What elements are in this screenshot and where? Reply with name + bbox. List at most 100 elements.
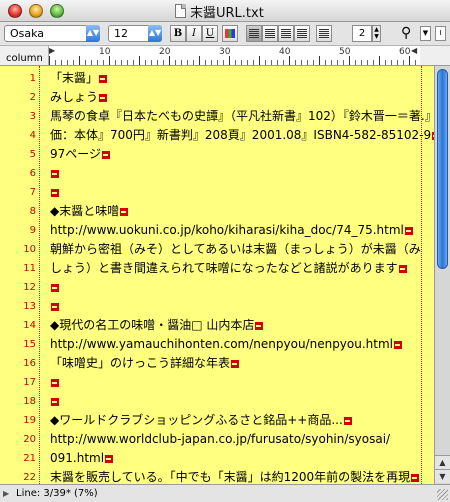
align-right-icon — [281, 29, 291, 38]
text-line[interactable]: 5 97ページ — [0, 145, 434, 164]
align-left-icon — [249, 29, 259, 38]
status-bar: ▶ Line: 3/39* (7%) — [0, 484, 450, 502]
text-line[interactable]: 22 末醤を販売している。「中でも「末醤」は約1200年前の製法を再現 — [0, 468, 434, 484]
line-content: 馬琴の食卓『日本たべもの史譚』（平凡社新書』102）『鈴木晋一＝著.』定 — [50, 109, 434, 123]
line-content: 「味噌史」のけっこう詳細な年表 — [50, 356, 231, 370]
line-number: 22 — [23, 472, 36, 483]
return-marker-icon — [231, 360, 240, 368]
line-spacing-field[interactable]: 2 — [352, 25, 372, 42]
line-number: 3 — [29, 111, 36, 122]
align-right-button[interactable] — [278, 25, 294, 42]
line-content: みしょう — [50, 90, 99, 104]
zoom-button[interactable] — [50, 4, 64, 18]
line-spacing-stepper[interactable]: ▲ ▼ — [372, 25, 381, 42]
line-number: 6 — [29, 168, 36, 179]
text-line[interactable]: 9 http://www.uokuni.co.jp/koho/kiharasi/k… — [0, 221, 434, 240]
format-toolbar: Osaka ▲▼ 12 ▲▼ B I U 2 ▲ ▼ ⚲ ▼ I — [0, 22, 450, 46]
popup-arrows-icon: ▲▼ — [148, 25, 162, 42]
line-content: 「末醤」 — [50, 71, 99, 85]
italic-button[interactable]: I — [186, 25, 202, 42]
text-line[interactable]: 8 ◆末醤と味噌 — [0, 202, 434, 221]
scroll-up-arrow[interactable]: ▲ — [435, 455, 450, 469]
text-line[interactable]: 3 馬琴の食卓『日本たべもの史譚』（平凡社新書』102）『鈴木晋一＝著.』定 — [0, 107, 434, 126]
line-content: 末醤を販売している。「中でも「末醤」は約1200年前の製法を再現 — [50, 470, 411, 484]
bold-label: B — [173, 28, 183, 39]
line-number: 11 — [23, 263, 36, 274]
line-text: ◆末醤と味噌 — [50, 202, 129, 221]
line-content: http://www.worldclub-japan.co.jp/furusat… — [50, 432, 391, 446]
more-options-button[interactable]: ▼ — [420, 26, 431, 41]
return-marker-icon — [394, 341, 403, 349]
return-marker-icon — [120, 208, 129, 216]
line-text: 馬琴の食卓『日本たべもの史譚』（平凡社新書』102）『鈴木晋一＝著.』定 — [50, 107, 434, 126]
window-title-text: 末醤URL.txt — [190, 5, 264, 21]
line-spacing-value: 2 — [358, 28, 366, 39]
eyedropper-icon[interactable]: ⚲ — [401, 25, 417, 42]
text-line[interactable]: 14 ◆現代の名工の味噌・醤油□ 山内本店 — [0, 316, 434, 335]
return-marker-icon — [51, 398, 59, 406]
line-number: 14 — [23, 320, 36, 331]
text-line[interactable]: 2 みしょう — [0, 88, 434, 107]
text-line[interactable]: 19 ◆ワールドクラブショッピングふるさと銘品++商品... — [0, 411, 434, 430]
text-line[interactable]: 7 — [0, 183, 434, 202]
scroll-thumb[interactable] — [437, 69, 448, 269]
line-spacing-button[interactable] — [316, 25, 332, 42]
return-marker-icon — [51, 170, 59, 178]
text-line[interactable]: 6 — [0, 164, 434, 183]
return-marker-icon — [99, 94, 108, 102]
line-text: 朝鮮から密祖（みそ）としてあるいは末醤（まっしょう）が未醤（み — [50, 240, 421, 259]
font-name-popup[interactable]: Osaka ▲▼ — [4, 25, 100, 42]
text-line[interactable]: 11 しょう）と書き間違えられて味噌になったなどと諸説があります — [0, 259, 434, 278]
cursor-icon[interactable]: I — [435, 26, 446, 41]
status-menu-icon[interactable]: ▶ — [3, 489, 9, 498]
scroll-down-arrow[interactable]: ▼ — [435, 469, 450, 483]
text-line[interactable]: 21 091.html — [0, 449, 434, 468]
ruler-scale[interactable]: ▶ 10 20 30 40 50 60 ◀ — [48, 46, 420, 65]
text-line[interactable]: 15 http://www.yamauchihonten.com/nenpyou/… — [0, 335, 434, 354]
text-line[interactable]: 18 — [0, 392, 434, 411]
return-marker-icon — [51, 284, 59, 292]
text-line[interactable]: 16 「味噌史」のけっこう詳細な年表 — [0, 354, 434, 373]
line-content: しょう）と書き間違えられて味噌になったなどと諸説があります — [50, 261, 398, 275]
justify-icon — [297, 29, 307, 38]
return-marker-icon — [255, 322, 264, 330]
color-swatch-icon — [225, 29, 235, 38]
line-text: http://www.yamauchihonten.com/nenpyou/ne… — [50, 335, 403, 354]
vertical-scrollbar[interactable]: ▲ ▼ — [434, 66, 450, 484]
align-center-button[interactable] — [262, 25, 278, 42]
line-number: 15 — [23, 339, 36, 350]
align-left-button[interactable] — [246, 25, 262, 42]
text-line[interactable]: 17 — [0, 373, 434, 392]
text-line[interactable]: 13 — [0, 297, 434, 316]
text-line[interactable]: 1 「末醤」 — [0, 69, 434, 88]
return-marker-icon — [398, 265, 407, 273]
line-content: 朝鮮から密祖（みそ）としてあるいは末醤（まっしょう）が未醤（み — [50, 242, 421, 256]
text-line[interactable]: 20 http://www.worldclub-japan.co.jp/furus… — [0, 430, 434, 449]
text-editor[interactable]: 1 「末醤」 2 みしょう 3 馬琴の食卓『日本たべもの史譚』（平凡社新書』102）『鈴木… — [0, 66, 434, 484]
line-number: 12 — [23, 282, 36, 293]
title-bar[interactable]: 末醤URL.txt — [0, 0, 450, 22]
line-number: 13 — [23, 301, 36, 312]
justify-button[interactable] — [294, 25, 310, 42]
left-indent-marker[interactable]: ▶ — [49, 46, 55, 55]
return-marker-icon — [51, 379, 59, 387]
bold-button[interactable]: B — [170, 25, 186, 42]
line-text — [50, 278, 59, 297]
text-line[interactable]: 12 — [0, 278, 434, 297]
italic-label: I — [192, 28, 196, 39]
resize-grip[interactable] — [437, 489, 448, 500]
return-marker-icon — [102, 151, 111, 159]
font-size-popup[interactable]: 12 ▲▼ — [108, 25, 162, 42]
text-line[interactable]: 10 朝鮮から密祖（みそ）としてあるいは末醤（まっしょう）が未醤（み — [0, 240, 434, 259]
underline-button[interactable]: U — [202, 25, 218, 42]
text-color-button[interactable] — [222, 25, 238, 42]
line-text: 価：本体』700円』新書判』208頁』2001.08』ISBN4-582-851… — [50, 126, 434, 145]
text-line[interactable]: 4 価：本体』700円』新書判』208頁』2001.08』ISBN4-582-85… — [0, 126, 434, 145]
right-margin-marker[interactable]: ◀ — [411, 46, 417, 55]
line-text — [50, 392, 59, 411]
close-button[interactable] — [8, 4, 22, 18]
line-number: 4 — [29, 130, 36, 141]
line-number: 8 — [29, 206, 36, 217]
minimize-button[interactable] — [29, 4, 43, 18]
line-number: 9 — [29, 225, 36, 236]
